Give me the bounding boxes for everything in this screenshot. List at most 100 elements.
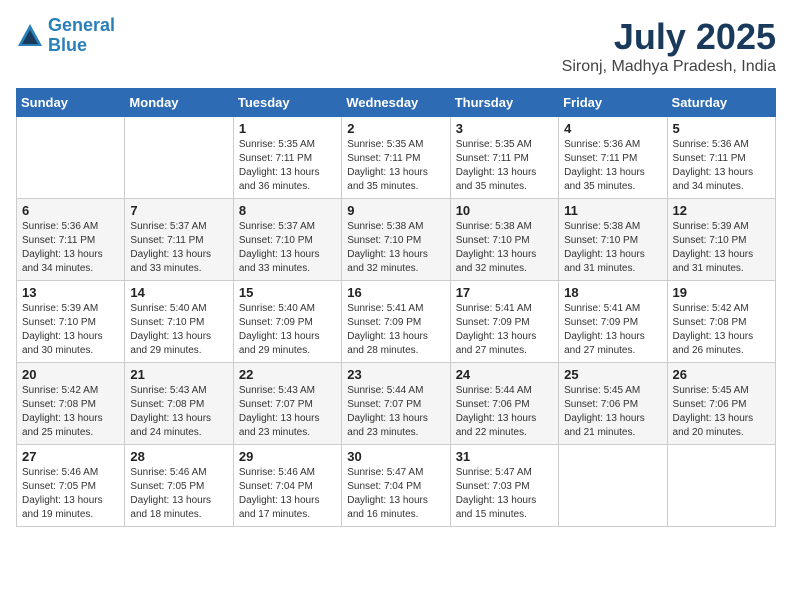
calendar-cell: 24 Sunrise: 5:44 AMSunset: 7:06 PMDayligh… bbox=[450, 363, 558, 445]
logo-icon bbox=[16, 22, 44, 50]
day-info: Sunrise: 5:41 AMSunset: 7:09 PMDaylight:… bbox=[456, 302, 553, 358]
calendar-cell: 8 Sunrise: 5:37 AMSunset: 7:10 PMDaylight… bbox=[233, 199, 341, 281]
day-info: Sunrise: 5:37 AMSunset: 7:10 PMDaylight:… bbox=[239, 220, 336, 276]
day-info: Sunrise: 5:47 AMSunset: 7:04 PMDaylight:… bbox=[347, 466, 444, 522]
day-number: 20 bbox=[22, 367, 119, 382]
calendar-cell bbox=[125, 117, 233, 199]
calendar-cell: 22Sunrise: 5:43 AMSunset: 7:07 PMDayligh… bbox=[233, 363, 341, 445]
calendar-cell: 27Sunrise: 5:46 AMSunset: 7:05 PMDayligh… bbox=[17, 445, 125, 527]
day-info: Sunrise: 5:38 AMSunset: 7:10 PMDaylight:… bbox=[347, 220, 444, 276]
day-info: Sunrise: 5:40 AMSunset: 7:10 PMDaylight:… bbox=[130, 302, 227, 358]
day-number: 6 bbox=[22, 203, 119, 218]
day-info: Sunrise: 5:46 AMSunset: 7:05 PMDaylight:… bbox=[22, 466, 119, 522]
calendar-cell: 17 Sunrise: 5:41 AMSunset: 7:09 PMDayligh… bbox=[450, 281, 558, 363]
calendar-cell: 12Sunrise: 5:39 AMSunset: 7:10 PMDayligh… bbox=[667, 199, 775, 281]
calendar-cell: 5 Sunrise: 5:36 AMSunset: 7:11 PMDaylight… bbox=[667, 117, 775, 199]
calendar-cell: 21 Sunrise: 5:43 AMSunset: 7:08 PMDayligh… bbox=[125, 363, 233, 445]
calendar-week-row: 27Sunrise: 5:46 AMSunset: 7:05 PMDayligh… bbox=[17, 445, 776, 527]
day-info: Sunrise: 5:45 AMSunset: 7:06 PMDaylight:… bbox=[673, 384, 770, 440]
day-info: Sunrise: 5:44 AMSunset: 7:06 PMDaylight:… bbox=[456, 384, 553, 440]
calendar-cell: 26Sunrise: 5:45 AMSunset: 7:06 PMDayligh… bbox=[667, 363, 775, 445]
weekday-header: Sunday bbox=[17, 89, 125, 117]
page-header: General Blue July 2025 Sironj, Madhya Pr… bbox=[16, 16, 776, 76]
day-info: Sunrise: 5:36 AMSunset: 7:11 PMDaylight:… bbox=[673, 138, 770, 194]
day-number: 2 bbox=[347, 121, 444, 136]
day-info: Sunrise: 5:46 AMSunset: 7:05 PMDaylight:… bbox=[130, 466, 227, 522]
day-info: Sunrise: 5:39 AMSunset: 7:10 PMDaylight:… bbox=[673, 220, 770, 276]
calendar-cell: 15 Sunrise: 5:40 AMSunset: 7:09 PMDayligh… bbox=[233, 281, 341, 363]
calendar-cell: 3Sunrise: 5:35 AMSunset: 7:11 PMDaylight… bbox=[450, 117, 558, 199]
weekday-header: Wednesday bbox=[342, 89, 450, 117]
weekday-header: Saturday bbox=[667, 89, 775, 117]
calendar-header-row: SundayMondayTuesdayWednesdayThursdayFrid… bbox=[17, 89, 776, 117]
calendar-cell: 4 Sunrise: 5:36 AMSunset: 7:11 PMDaylight… bbox=[559, 117, 667, 199]
day-number: 10 bbox=[456, 203, 553, 218]
day-info: Sunrise: 5:37 AMSunset: 7:11 PMDaylight:… bbox=[130, 220, 227, 276]
day-number: 9 bbox=[347, 203, 444, 218]
day-number: 13 bbox=[22, 285, 119, 300]
day-info: Sunrise: 5:42 AMSunset: 7:08 PMDaylight:… bbox=[22, 384, 119, 440]
day-info: Sunrise: 5:43 AMSunset: 7:08 PMDaylight:… bbox=[130, 384, 227, 440]
calendar-cell: 9 Sunrise: 5:38 AMSunset: 7:10 PMDaylight… bbox=[342, 199, 450, 281]
weekday-header: Monday bbox=[125, 89, 233, 117]
day-info: Sunrise: 5:39 AMSunset: 7:10 PMDaylight:… bbox=[22, 302, 119, 358]
weekday-header: Thursday bbox=[450, 89, 558, 117]
calendar-cell bbox=[17, 117, 125, 199]
logo-text: General Blue bbox=[48, 16, 115, 56]
day-number: 21 bbox=[130, 367, 227, 382]
weekday-header: Tuesday bbox=[233, 89, 341, 117]
calendar-cell: 29Sunrise: 5:46 AMSunset: 7:04 PMDayligh… bbox=[233, 445, 341, 527]
day-number: 5 bbox=[673, 121, 770, 136]
calendar-cell: 7 Sunrise: 5:37 AMSunset: 7:11 PMDaylight… bbox=[125, 199, 233, 281]
calendar-cell: 10Sunrise: 5:38 AMSunset: 7:10 PMDayligh… bbox=[450, 199, 558, 281]
day-info: Sunrise: 5:45 AMSunset: 7:06 PMDaylight:… bbox=[564, 384, 661, 440]
calendar-cell: 14Sunrise: 5:40 AMSunset: 7:10 PMDayligh… bbox=[125, 281, 233, 363]
day-info: Sunrise: 5:36 AMSunset: 7:11 PMDaylight:… bbox=[564, 138, 661, 194]
day-info: Sunrise: 5:35 AMSunset: 7:11 PMDaylight:… bbox=[347, 138, 444, 194]
calendar-cell: 6 Sunrise: 5:36 AMSunset: 7:11 PMDaylight… bbox=[17, 199, 125, 281]
calendar-cell: 25Sunrise: 5:45 AMSunset: 7:06 PMDayligh… bbox=[559, 363, 667, 445]
day-number: 24 bbox=[456, 367, 553, 382]
subtitle: Sironj, Madhya Pradesh, India bbox=[562, 58, 776, 76]
day-info: Sunrise: 5:46 AMSunset: 7:04 PMDaylight:… bbox=[239, 466, 336, 522]
weekday-header: Friday bbox=[559, 89, 667, 117]
day-info: Sunrise: 5:44 AMSunset: 7:07 PMDaylight:… bbox=[347, 384, 444, 440]
day-number: 28 bbox=[130, 449, 227, 464]
calendar-cell bbox=[559, 445, 667, 527]
calendar-week-row: 13 Sunrise: 5:39 AMSunset: 7:10 PMDayligh… bbox=[17, 281, 776, 363]
day-info: Sunrise: 5:47 AMSunset: 7:03 PMDaylight:… bbox=[456, 466, 553, 522]
calendar-cell: 30 Sunrise: 5:47 AMSunset: 7:04 PMDayligh… bbox=[342, 445, 450, 527]
day-info: Sunrise: 5:41 AMSunset: 7:09 PMDaylight:… bbox=[347, 302, 444, 358]
calendar-cell: 31Sunrise: 5:47 AMSunset: 7:03 PMDayligh… bbox=[450, 445, 558, 527]
day-number: 3 bbox=[456, 121, 553, 136]
day-info: Sunrise: 5:41 AMSunset: 7:09 PMDaylight:… bbox=[564, 302, 661, 358]
day-number: 23 bbox=[347, 367, 444, 382]
day-info: Sunrise: 5:36 AMSunset: 7:11 PMDaylight:… bbox=[22, 220, 119, 276]
day-number: 8 bbox=[239, 203, 336, 218]
day-number: 4 bbox=[564, 121, 661, 136]
calendar-week-row: 1 Sunrise: 5:35 AMSunset: 7:11 PMDaylight… bbox=[17, 117, 776, 199]
calendar-cell: 18Sunrise: 5:41 AMSunset: 7:09 PMDayligh… bbox=[559, 281, 667, 363]
day-number: 17 bbox=[456, 285, 553, 300]
day-number: 1 bbox=[239, 121, 336, 136]
calendar-cell: 28 Sunrise: 5:46 AMSunset: 7:05 PMDayligh… bbox=[125, 445, 233, 527]
calendar-cell: 11Sunrise: 5:38 AMSunset: 7:10 PMDayligh… bbox=[559, 199, 667, 281]
day-number: 19 bbox=[673, 285, 770, 300]
day-info: Sunrise: 5:40 AMSunset: 7:09 PMDaylight:… bbox=[239, 302, 336, 358]
day-number: 7 bbox=[130, 203, 227, 218]
calendar-table: SundayMondayTuesdayWednesdayThursdayFrid… bbox=[16, 88, 776, 527]
calendar-cell: 16 Sunrise: 5:41 AMSunset: 7:09 PMDayligh… bbox=[342, 281, 450, 363]
day-number: 30 bbox=[347, 449, 444, 464]
calendar-cell: 13 Sunrise: 5:39 AMSunset: 7:10 PMDayligh… bbox=[17, 281, 125, 363]
day-number: 15 bbox=[239, 285, 336, 300]
title-block: July 2025 Sironj, Madhya Pradesh, India bbox=[562, 16, 776, 76]
logo: General Blue bbox=[16, 16, 115, 56]
calendar-cell: 20 Sunrise: 5:42 AMSunset: 7:08 PMDayligh… bbox=[17, 363, 125, 445]
day-number: 22 bbox=[239, 367, 336, 382]
calendar-cell: 2 Sunrise: 5:35 AMSunset: 7:11 PMDaylight… bbox=[342, 117, 450, 199]
calendar-cell: 19 Sunrise: 5:42 AMSunset: 7:08 PMDayligh… bbox=[667, 281, 775, 363]
calendar-cell: 23 Sunrise: 5:44 AMSunset: 7:07 PMDayligh… bbox=[342, 363, 450, 445]
day-info: Sunrise: 5:38 AMSunset: 7:10 PMDaylight:… bbox=[564, 220, 661, 276]
day-number: 16 bbox=[347, 285, 444, 300]
day-info: Sunrise: 5:42 AMSunset: 7:08 PMDaylight:… bbox=[673, 302, 770, 358]
